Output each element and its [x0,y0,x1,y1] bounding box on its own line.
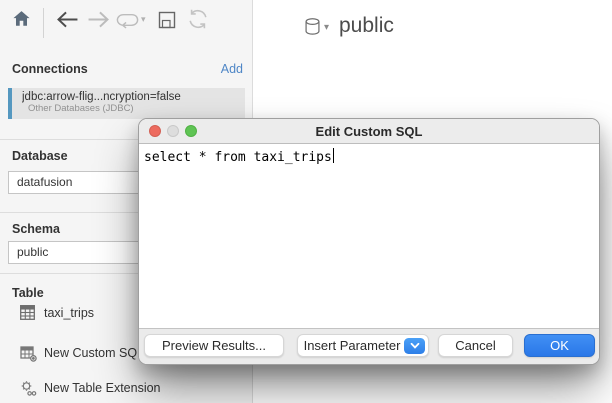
insert-parameter-button[interactable]: Insert Parameter [297,334,429,357]
page-title: public [339,14,394,38]
redo-dropdown-caret-icon[interactable]: ▾ [141,14,146,25]
text-cursor [333,148,335,163]
redo-icon [115,11,140,34]
refresh-icon [187,8,209,35]
dialog-title: Edit Custom SQL [139,119,599,144]
table-extension-icon [20,380,37,402]
home-button[interactable] [10,10,32,32]
datasource-caret-icon[interactable]: ▾ [324,22,329,33]
custom-sql-icon [20,345,37,367]
dialog-titlebar: Edit Custom SQL [139,119,599,144]
refresh-button[interactable] [186,9,210,33]
tableau-data-source-window: ▾ Connections Add jdbc:arrow-flig...ncry… [0,0,612,403]
preview-results-button[interactable]: Preview Results... [144,334,284,357]
ok-button[interactable]: OK [524,334,595,357]
schema-select-value: public [17,245,48,259]
cancel-button[interactable]: Cancel [438,334,513,357]
add-connection-link[interactable]: Add [221,62,243,76]
sql-text: select * from taxi_trips [144,150,332,165]
connections-title: Connections [12,62,88,76]
database-select-value: datafusion [17,175,72,189]
save-button[interactable] [155,10,179,34]
save-icon [157,10,177,35]
home-icon [12,9,31,33]
database-icon[interactable] [304,17,321,43]
table-item-label: New Custom SQL [44,346,144,360]
insert-parameter-dropdown-button[interactable] [404,338,425,354]
insert-parameter-label: Insert Parameter [304,338,401,353]
forward-button[interactable] [86,11,112,33]
redo-button[interactable] [114,12,140,32]
table-label: Table [12,286,44,300]
chevron-down-icon [409,342,421,350]
table-item-label: New Table Extension [44,381,161,395]
connection-name: jdbc:arrow-flig...ncryption=false [22,91,245,103]
back-button[interactable] [54,11,80,33]
sql-editor[interactable]: select * from taxi_trips [139,145,599,328]
database-label: Database [12,149,68,163]
dialog-footer: Preview Results... Insert Parameter Canc… [139,328,599,364]
connection-item[interactable]: jdbc:arrow-flig...ncryption=false Other … [8,88,245,119]
back-arrow-icon [55,10,79,34]
toolbar-divider [43,8,44,38]
edit-custom-sql-dialog: Edit Custom SQL select * from taxi_trips… [138,118,600,365]
new-table-extension-item[interactable]: New Table Extension [0,378,253,400]
forward-arrow-icon [87,10,111,34]
table-item-label: taxi_trips [44,306,94,320]
connection-type: Other Databases (JDBC) [28,103,245,114]
table-grid-icon [20,305,35,325]
schema-label: Schema [12,222,60,236]
